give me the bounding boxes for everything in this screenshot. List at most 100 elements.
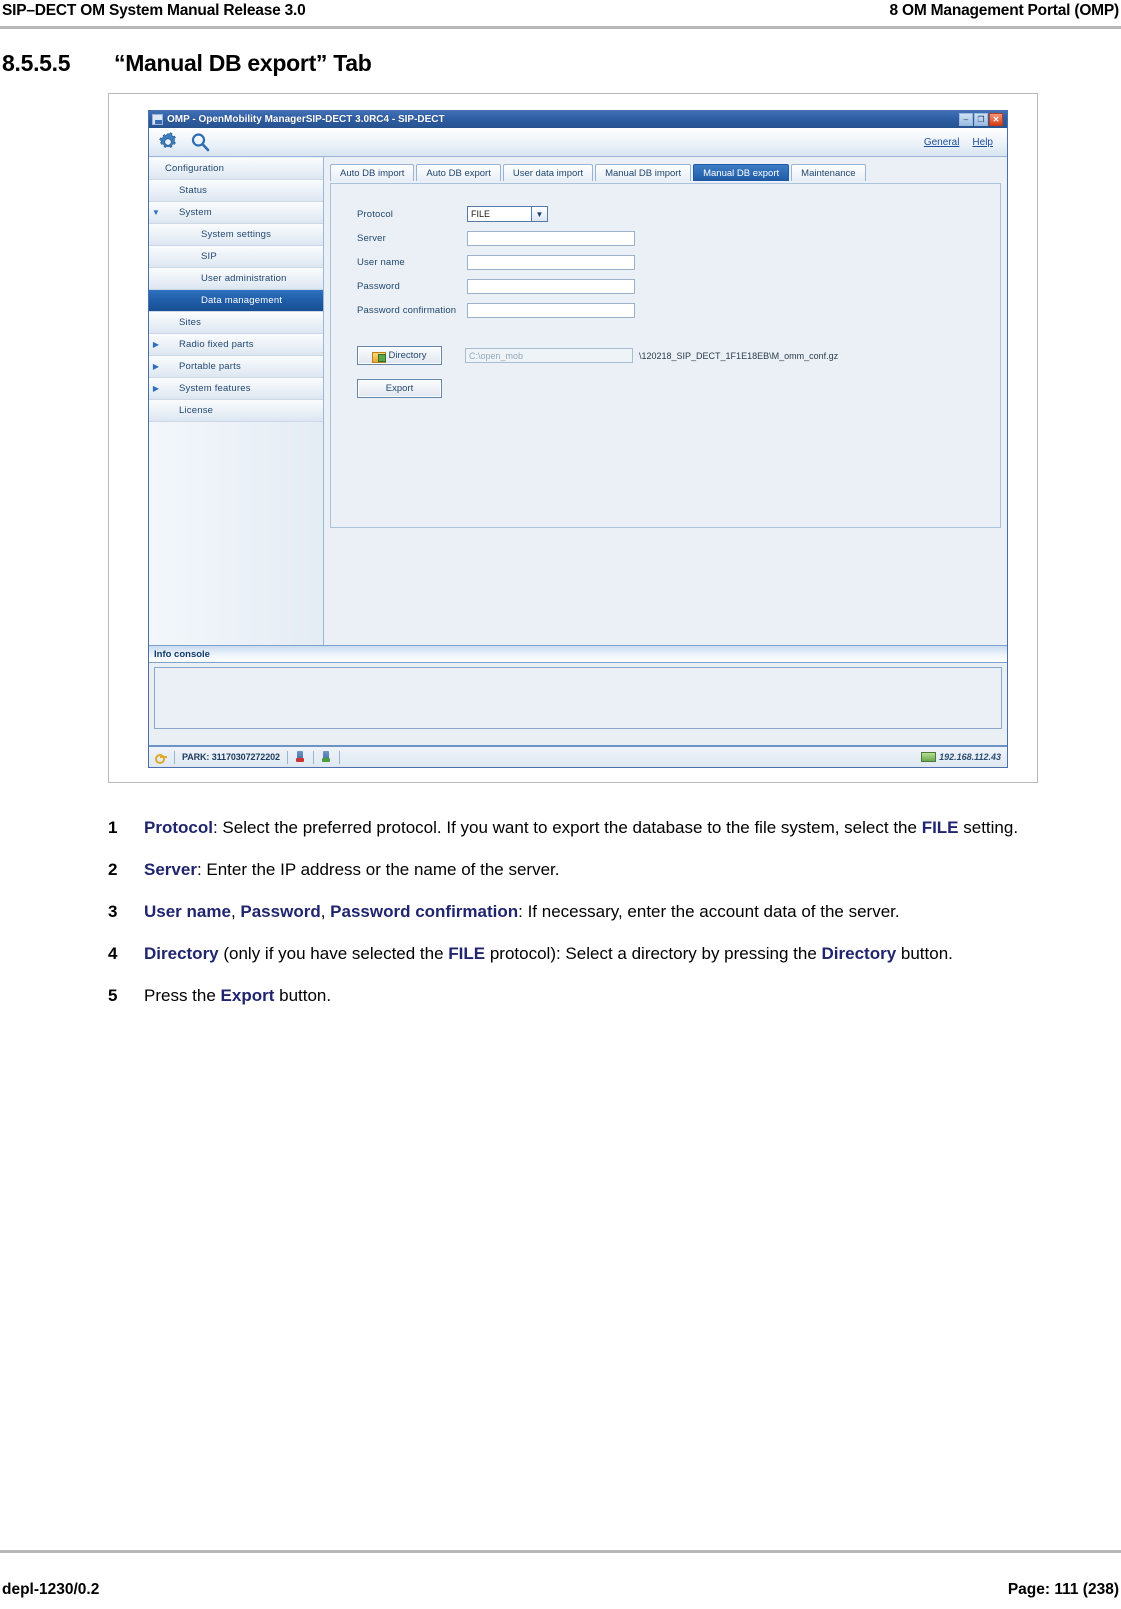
- protocol-selected-value: FILE: [467, 206, 531, 222]
- chevron-down-icon[interactable]: ▼: [149, 208, 163, 217]
- window-title: OMP - OpenMobility ManagerSIP-DECT 3.0RC…: [167, 114, 445, 125]
- window-titlebar: OMP - OpenMobility ManagerSIP-DECT 3.0RC…: [149, 111, 1007, 128]
- page-title: 8.5.5.5 “Manual DB export” Tab: [2, 50, 372, 77]
- sidebar-item-label: User administration: [201, 273, 287, 284]
- status-divider: [174, 750, 175, 764]
- tab-auto-db-export[interactable]: Auto DB export: [416, 164, 501, 181]
- server-icon: [921, 752, 937, 762]
- section-title-text: “Manual DB export” Tab: [114, 50, 372, 76]
- manual-db-export-panel: Protocol FILE ▼ Server User name Passwor…: [330, 183, 1001, 528]
- toolbar-links: General Help: [924, 137, 999, 148]
- info-console-header: Info console: [149, 645, 1007, 663]
- sidebar-item-radio-fixed-parts[interactable]: ▶ Radio fixed parts: [149, 334, 323, 356]
- password-confirmation-input[interactable]: [467, 302, 635, 318]
- sidebar-item-sip[interactable]: SIP: [149, 246, 323, 268]
- step-number: 1: [108, 818, 118, 837]
- step-number: 3: [108, 902, 118, 921]
- directory-row: Directory C:\open_mob \120218_SIP_DECT_1…: [357, 346, 1000, 365]
- link-help[interactable]: Help: [972, 137, 993, 148]
- list-item: 4 Directory (only if you have selected t…: [108, 941, 1038, 966]
- handset-green-icon: [321, 751, 332, 763]
- step-number: 4: [108, 944, 118, 963]
- sidebar-item-license[interactable]: License: [149, 400, 323, 422]
- sidebar-item-label: Portable parts: [179, 361, 241, 372]
- sidebar-item-data-management[interactable]: Data management: [149, 290, 323, 312]
- link-general[interactable]: General: [924, 137, 960, 148]
- directory-button[interactable]: Directory: [357, 346, 442, 365]
- close-button[interactable]: ✕: [989, 113, 1003, 126]
- folder-icon: [372, 351, 387, 363]
- sidebar-item-status[interactable]: Status: [149, 180, 323, 202]
- chevron-down-icon[interactable]: ▼: [531, 206, 548, 222]
- tab-maintenance[interactable]: Maintenance: [791, 164, 866, 181]
- ip-address-text: 192.168.112.43: [939, 752, 1001, 762]
- sidebar-item-portable-parts[interactable]: ▶ Portable parts: [149, 356, 323, 378]
- step-text: User name, Password, Password confirmati…: [144, 902, 900, 921]
- document-id-text: depl-1230/0.2: [2, 1581, 100, 1598]
- tab-auto-db-import[interactable]: Auto DB import: [330, 164, 415, 181]
- status-divider: [338, 750, 340, 764]
- sidebar-item-system-features[interactable]: ▶ System features: [149, 378, 323, 400]
- sidebar-item-user-administration[interactable]: User administration: [149, 268, 323, 290]
- tab-manual-db-import[interactable]: Manual DB import: [595, 164, 692, 181]
- step-text: Protocol: Select the preferred protocol.…: [144, 818, 1019, 837]
- status-divider: [286, 750, 288, 764]
- omp-application-window: OMP - OpenMobility ManagerSIP-DECT 3.0RC…: [148, 110, 1008, 768]
- sidebar-item-sites[interactable]: Sites: [149, 312, 323, 334]
- app-toolbar: General Help: [149, 128, 1007, 157]
- search-icon[interactable]: [189, 131, 211, 153]
- sidebar-item-label: SIP: [201, 251, 217, 262]
- list-item: 1 Protocol: Select the preferred protoco…: [108, 815, 1038, 840]
- user-name-input[interactable]: [467, 254, 635, 270]
- server-input[interactable]: [467, 230, 635, 246]
- user-name-row: User name: [357, 250, 1000, 274]
- step-text: Press the Export button.: [144, 986, 332, 1005]
- step-number: 5: [108, 986, 118, 1005]
- password-input[interactable]: [467, 278, 635, 294]
- sidebar-item-label: Sites: [179, 317, 202, 328]
- password-confirmation-label: Password confirmation: [357, 304, 457, 316]
- chevron-right-icon[interactable]: ▶: [149, 362, 163, 371]
- sidebar-item-label: System features: [179, 383, 251, 394]
- protocol-row: Protocol FILE ▼: [357, 202, 1000, 226]
- section-number: 8.5.5.5: [2, 50, 71, 76]
- sidebar-item-system-settings[interactable]: System settings: [149, 224, 323, 246]
- info-console-body[interactable]: [154, 667, 1002, 729]
- step-text: Directory (only if you have selected the…: [144, 944, 953, 963]
- list-item: 5 Press the Export button.: [108, 983, 1038, 1008]
- page-number-text: Page: 111 (238): [1007, 1581, 1119, 1598]
- export-filename-text: \120218_SIP_DECT_1F1E18EB\M_omm_conf.gz: [639, 350, 839, 361]
- protocol-label: Protocol: [357, 208, 394, 220]
- list-item: 2 Server: Enter the IP address or the na…: [108, 857, 1038, 882]
- directory-path-input[interactable]: C:\open_mob: [465, 348, 633, 363]
- key-icon: [155, 752, 167, 764]
- sidebar-item-label: Configuration: [165, 163, 225, 174]
- navigation-sidebar: Configuration Status ▼ System System set…: [149, 157, 324, 645]
- export-row: Export: [357, 379, 1000, 398]
- chevron-right-icon[interactable]: ▶: [149, 340, 163, 349]
- sidebar-item-label: Radio fixed parts: [179, 339, 254, 350]
- tab-manual-db-export[interactable]: Manual DB export: [693, 164, 790, 181]
- sidebar-item-label: Status: [179, 185, 208, 196]
- page-footer: depl-1230/0.2 Page: 111 (238): [0, 1581, 1121, 1599]
- app-logo-icon: [152, 114, 163, 125]
- server-label: Server: [357, 232, 386, 244]
- protocol-select[interactable]: FILE ▼: [467, 206, 548, 222]
- status-divider: [312, 750, 314, 764]
- sidebar-item-label: License: [179, 405, 214, 416]
- status-bar-right: 192.168.112.43: [921, 752, 1001, 762]
- tab-strip: Auto DB import Auto DB export User data …: [330, 161, 1001, 181]
- list-item: 3 User name, Password, Password confirma…: [108, 899, 1038, 924]
- tab-user-data-import[interactable]: User data import: [502, 164, 594, 181]
- sidebar-item-system[interactable]: ▼ System: [149, 202, 323, 224]
- header-right-text: 8 OM Management Portal (OMP): [889, 2, 1119, 19]
- minimize-button[interactable]: –: [959, 113, 973, 126]
- gear-icon[interactable]: [157, 131, 179, 153]
- maximize-button[interactable]: ❐: [974, 113, 988, 126]
- handset-red-icon: [295, 751, 306, 763]
- sidebar-item-configuration[interactable]: Configuration: [149, 158, 323, 180]
- instruction-list: 1 Protocol: Select the preferred protoco…: [108, 815, 1038, 1025]
- chevron-right-icon[interactable]: ▶: [149, 384, 163, 393]
- sidebar-item-label: System settings: [201, 229, 272, 240]
- export-button[interactable]: Export: [357, 379, 442, 398]
